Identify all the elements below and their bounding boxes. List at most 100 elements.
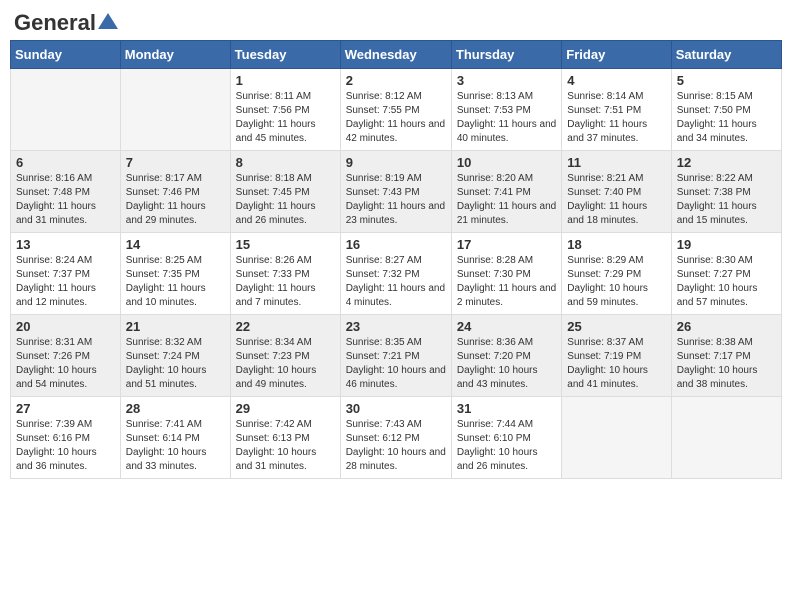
day-info: Sunrise: 8:12 AMSunset: 7:55 PMDaylight:…: [346, 90, 446, 146]
day-info: Sunrise: 7:39 AMSunset: 6:16 PMDaylight:…: [16, 418, 115, 474]
day-number: 31: [457, 401, 556, 416]
calendar-week-3: 13 Sunrise: 8:24 AMSunset: 7:37 PMDayligh…: [11, 233, 782, 315]
calendar-cell: 6Sunrise: 8:16 AMSunset: 7:48 PMDaylight…: [11, 151, 121, 233]
weekday-header-thursday: Thursday: [451, 41, 561, 69]
day-number: 12: [677, 155, 776, 170]
logo-general: General: [14, 10, 96, 36]
day-info: Sunrise: 8:32 AMSunset: 7:24 PMDaylight:…: [126, 336, 225, 392]
day-number: 9: [346, 155, 446, 170]
calendar-cell: 3 Sunrise: 8:13 AMSunset: 7:53 PMDaylight…: [451, 69, 561, 151]
day-number: 4: [567, 73, 665, 88]
day-info: Sunrise: 8:29 AMSunset: 7:29 PMDaylight:…: [567, 254, 665, 310]
day-info: Sunrise: 8:17 AMSunset: 7:46 PMDaylight:…: [126, 172, 225, 228]
day-number: 7: [126, 155, 225, 170]
calendar-cell: 28 Sunrise: 7:41 AMSunset: 6:14 PMDayligh…: [120, 397, 230, 479]
day-info: Sunrise: 8:21 AMSunset: 7:40 PMDaylight:…: [567, 172, 665, 228]
day-info: Sunrise: 8:20 AMSunset: 7:41 PMDaylight:…: [457, 172, 556, 228]
day-number: 26: [677, 319, 776, 334]
weekday-header-sunday: Sunday: [11, 41, 121, 69]
day-number: 8: [236, 155, 335, 170]
day-info: Sunrise: 8:18 AMSunset: 7:45 PMDaylight:…: [236, 172, 335, 228]
calendar-cell: 23 Sunrise: 8:35 AMSunset: 7:21 PMDayligh…: [340, 315, 451, 397]
day-number: 29: [236, 401, 335, 416]
calendar-cell: 18 Sunrise: 8:29 AMSunset: 7:29 PMDayligh…: [562, 233, 671, 315]
page-header: General: [10, 10, 782, 32]
day-number: 1: [236, 73, 335, 88]
calendar-cell: [11, 69, 121, 151]
calendar-cell: 31 Sunrise: 7:44 AMSunset: 6:10 PMDayligh…: [451, 397, 561, 479]
calendar-cell: 22Sunrise: 8:34 AMSunset: 7:23 PMDayligh…: [230, 315, 340, 397]
day-info: Sunrise: 7:41 AMSunset: 6:14 PMDaylight:…: [126, 418, 225, 474]
day-number: 2: [346, 73, 446, 88]
day-info: Sunrise: 7:43 AMSunset: 6:12 PMDaylight:…: [346, 418, 446, 474]
logo: General: [14, 10, 118, 32]
day-number: 30: [346, 401, 446, 416]
weekday-header-monday: Monday: [120, 41, 230, 69]
calendar-cell: 20 Sunrise: 8:31 AMSunset: 7:26 PMDayligh…: [11, 315, 121, 397]
day-number: 16: [346, 237, 446, 252]
day-info: Sunrise: 8:13 AMSunset: 7:53 PMDaylight:…: [457, 90, 556, 146]
day-number: 23: [346, 319, 446, 334]
calendar-cell: 8 Sunrise: 8:18 AMSunset: 7:45 PMDaylight…: [230, 151, 340, 233]
day-info: Sunrise: 8:37 AMSunset: 7:19 PMDaylight:…: [567, 336, 665, 392]
calendar-cell: 9 Sunrise: 8:19 AMSunset: 7:43 PMDaylight…: [340, 151, 451, 233]
day-number: 10: [457, 155, 556, 170]
calendar-cell: 4Sunrise: 8:14 AMSunset: 7:51 PMDaylight…: [562, 69, 671, 151]
day-info: Sunrise: 8:27 AMSunset: 7:32 PMDaylight:…: [346, 254, 446, 310]
day-info: Sunrise: 7:44 AMSunset: 6:10 PMDaylight:…: [457, 418, 556, 474]
weekday-header-friday: Friday: [562, 41, 671, 69]
day-number: 17: [457, 237, 556, 252]
day-number: 24: [457, 319, 556, 334]
calendar-cell: 17 Sunrise: 8:28 AMSunset: 7:30 PMDayligh…: [451, 233, 561, 315]
calendar-cell: 14 Sunrise: 8:25 AMSunset: 7:35 PMDayligh…: [120, 233, 230, 315]
calendar-cell: 5 Sunrise: 8:15 AMSunset: 7:50 PMDaylight…: [671, 69, 781, 151]
day-number: 20: [16, 319, 115, 334]
calendar-week-4: 20 Sunrise: 8:31 AMSunset: 7:26 PMDayligh…: [11, 315, 782, 397]
day-info: Sunrise: 8:35 AMSunset: 7:21 PMDaylight:…: [346, 336, 446, 392]
calendar-cell: 16 Sunrise: 8:27 AMSunset: 7:32 PMDayligh…: [340, 233, 451, 315]
day-number: 21: [126, 319, 225, 334]
day-info: Sunrise: 8:15 AMSunset: 7:50 PMDaylight:…: [677, 90, 776, 146]
day-info: Sunrise: 7:42 AMSunset: 6:13 PMDaylight:…: [236, 418, 335, 474]
day-info: Sunrise: 8:19 AMSunset: 7:43 PMDaylight:…: [346, 172, 446, 228]
day-number: 3: [457, 73, 556, 88]
calendar-cell: [671, 397, 781, 479]
calendar-cell: 2 Sunrise: 8:12 AMSunset: 7:55 PMDaylight…: [340, 69, 451, 151]
weekday-header-saturday: Saturday: [671, 41, 781, 69]
day-info: Sunrise: 8:25 AMSunset: 7:35 PMDaylight:…: [126, 254, 225, 310]
day-info: Sunrise: 8:30 AMSunset: 7:27 PMDaylight:…: [677, 254, 776, 310]
day-number: 25: [567, 319, 665, 334]
calendar-cell: 29 Sunrise: 7:42 AMSunset: 6:13 PMDayligh…: [230, 397, 340, 479]
day-number: 28: [126, 401, 225, 416]
weekday-header-wednesday: Wednesday: [340, 41, 451, 69]
day-info: Sunrise: 8:28 AMSunset: 7:30 PMDaylight:…: [457, 254, 556, 310]
calendar-cell: 30 Sunrise: 7:43 AMSunset: 6:12 PMDayligh…: [340, 397, 451, 479]
calendar-cell: 13 Sunrise: 8:24 AMSunset: 7:37 PMDayligh…: [11, 233, 121, 315]
day-number: 5: [677, 73, 776, 88]
day-number: 27: [16, 401, 115, 416]
day-info: Sunrise: 8:34 AMSunset: 7:23 PMDaylight:…: [236, 336, 335, 392]
weekday-header-tuesday: Tuesday: [230, 41, 340, 69]
day-info: Sunrise: 8:11 AMSunset: 7:56 PMDaylight:…: [236, 90, 335, 146]
calendar-cell: 25 Sunrise: 8:37 AMSunset: 7:19 PMDayligh…: [562, 315, 671, 397]
calendar-cell: [562, 397, 671, 479]
day-number: 19: [677, 237, 776, 252]
calendar-cell: 7 Sunrise: 8:17 AMSunset: 7:46 PMDaylight…: [120, 151, 230, 233]
logo-icon: [98, 13, 118, 29]
calendar-cell: 11 Sunrise: 8:21 AMSunset: 7:40 PMDayligh…: [562, 151, 671, 233]
day-info: Sunrise: 8:24 AMSunset: 7:37 PMDaylight:…: [16, 254, 115, 310]
day-number: 14: [126, 237, 225, 252]
day-number: 18: [567, 237, 665, 252]
day-info: Sunrise: 8:31 AMSunset: 7:26 PMDaylight:…: [16, 336, 115, 392]
calendar-cell: 21 Sunrise: 8:32 AMSunset: 7:24 PMDayligh…: [120, 315, 230, 397]
day-info: Sunrise: 8:22 AMSunset: 7:38 PMDaylight:…: [677, 172, 776, 228]
calendar-week-2: 6Sunrise: 8:16 AMSunset: 7:48 PMDaylight…: [11, 151, 782, 233]
day-number: 15: [236, 237, 335, 252]
day-number: 11: [567, 155, 665, 170]
day-info: Sunrise: 8:26 AMSunset: 7:33 PMDaylight:…: [236, 254, 335, 310]
calendar-table: SundayMondayTuesdayWednesdayThursdayFrid…: [10, 40, 782, 479]
day-info: Sunrise: 8:38 AMSunset: 7:17 PMDaylight:…: [677, 336, 776, 392]
day-info: Sunrise: 8:36 AMSunset: 7:20 PMDaylight:…: [457, 336, 556, 392]
day-number: 13: [16, 237, 115, 252]
calendar-header-row: SundayMondayTuesdayWednesdayThursdayFrid…: [11, 41, 782, 69]
